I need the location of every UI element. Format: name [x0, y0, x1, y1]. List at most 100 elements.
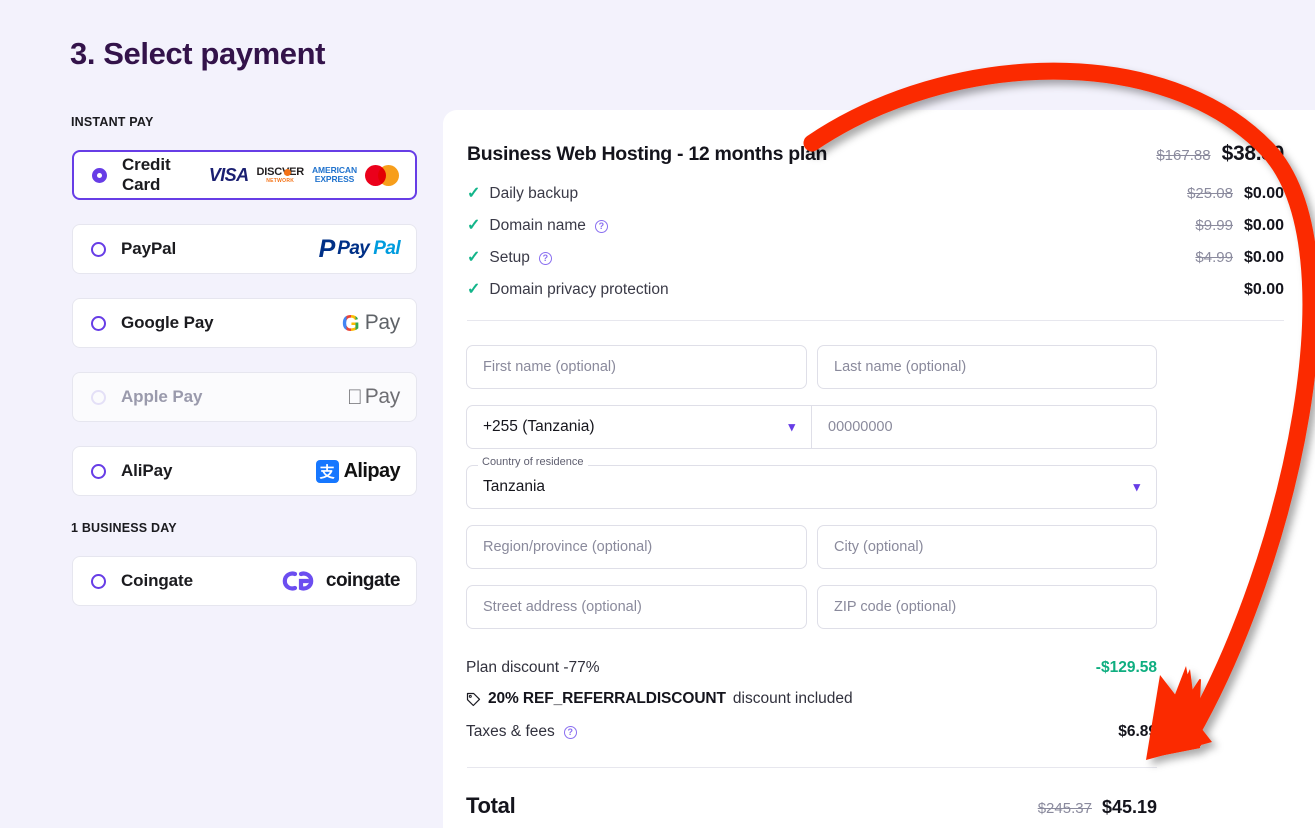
radio-credit-card[interactable] [92, 167, 107, 183]
feature-old-price: $4.99 [1195, 249, 1233, 266]
radio-paypal[interactable] [91, 241, 106, 257]
discover-wordmark: DISCVER [256, 165, 304, 178]
page-title: 3. Select payment [70, 36, 326, 71]
total-new-price: $45.19 [1101, 797, 1157, 817]
taxes-amount: $6.89 [1118, 723, 1157, 740]
phone-country-code-value: +255 (Tanzania) [483, 418, 595, 435]
promo-included-text: discount included [732, 690, 853, 707]
phone-country-code-select[interactable]: +255 (Tanzania) ▾ [466, 405, 812, 449]
plan-row: Business Web Hosting - 12 months plan $1… [467, 142, 1284, 166]
check-icon: ✓ [467, 281, 481, 298]
feature-old-price: $9.99 [1195, 217, 1233, 234]
country-value: Tanzania [483, 478, 546, 495]
radio-google-pay[interactable] [91, 315, 106, 331]
promo-code-row: 20% REF_REFERRALDISCOUNT discount includ… [466, 690, 853, 708]
check-icon: ✓ [467, 217, 481, 234]
total-prices: $245.37 $45.19 [1038, 797, 1157, 818]
help-icon[interactable]: ? [538, 251, 552, 265]
payment-option-google-pay[interactable]: Google Pay G Pay [72, 298, 417, 348]
alipay-logo: 支 Alipay [315, 459, 401, 483]
chevron-down-icon[interactable]: ▾ [788, 419, 795, 435]
check-icon: ✓ [467, 249, 481, 266]
coingate-mark-icon [282, 571, 314, 591]
payment-methods-column: 3. Select payment INSTANT PAY Credit Car… [0, 0, 443, 828]
payment-option-label: PayPal [121, 239, 177, 258]
paypal-icon: P Pay Pal [318, 234, 401, 263]
feature-label: Daily backup [489, 185, 579, 202]
feature-old-price: $25.08 [1187, 185, 1233, 202]
tag-icon [466, 692, 481, 706]
payment-option-label: Credit Card [122, 155, 171, 194]
summary-divider-top [467, 320, 1284, 321]
payment-option-label: Apple Pay [121, 387, 203, 406]
total-divider [467, 767, 1157, 768]
street-address-input[interactable]: Street address (optional) [466, 585, 807, 629]
region-placeholder: Region/province (optional) [483, 539, 653, 555]
plan-old-price: $167.88 [1156, 147, 1211, 164]
alipay-icon: 支 Alipay [315, 459, 401, 483]
first-name-placeholder: First name (optional) [483, 359, 616, 375]
payment-option-alipay[interactable]: AliPay 支 Alipay [72, 446, 417, 496]
taxes-label: Taxes & fees [466, 723, 555, 740]
radio-alipay[interactable] [91, 463, 106, 479]
street-placeholder: Street address (optional) [483, 599, 642, 615]
payment-option-coingate[interactable]: Coingate coingate [72, 556, 417, 606]
plan-discount-amount: -$129.58 [1095, 659, 1157, 676]
coingate-logo: coingate [281, 569, 401, 593]
country-of-residence-label: Country of residence [478, 456, 588, 468]
feature-new-price: $0.00 [1243, 185, 1284, 202]
group-label-business-day: 1 BUSINESS DAY [71, 521, 177, 535]
help-icon[interactable]: ? [563, 725, 577, 739]
payment-option-credit-card[interactable]: Credit Card VISA DISCVER NETWORK AMERICA… [72, 150, 417, 200]
chevron-down-icon[interactable]: ▾ [1133, 479, 1140, 495]
phone-number-placeholder: 00000000 [828, 419, 893, 435]
last-name-input[interactable]: Last name (optional) [817, 345, 1157, 389]
plan-new-price: $38.30 [1221, 142, 1285, 165]
coingate-icon: coingate [281, 569, 401, 593]
google-pay-logo: G Pay [342, 311, 400, 335]
payment-option-label: Coingate [121, 571, 193, 590]
plan-discount-row: Plan discount -77% -$129.58 [466, 659, 1157, 677]
feature-label: Setup [489, 249, 530, 266]
region-input[interactable]: Region/province (optional) [466, 525, 807, 569]
feature-label: Domain name [489, 217, 586, 234]
promo-code-text: 20% REF_REFERRALDISCOUNT [488, 690, 726, 707]
feature-new-price: $0.00 [1243, 249, 1284, 266]
checkout-page: 3. Select payment INSTANT PAY Credit Car… [0, 0, 1315, 828]
mastercard-icon [365, 164, 399, 186]
feature-row: ✓ Setup ? $4.99 $0.00 [467, 249, 1284, 267]
payment-option-paypal[interactable]: PayPal P Pay Pal [72, 224, 417, 274]
feature-new-price: $0.00 [1243, 281, 1284, 298]
city-input[interactable]: City (optional) [817, 525, 1157, 569]
feature-row: ✓ Domain privacy protection $0.00 [467, 281, 1284, 299]
feature-new-price: $0.00 [1243, 217, 1284, 234]
google-pay-icon: G Pay [341, 309, 400, 336]
amex-icon: AMERICAN EXPRESS [311, 165, 357, 184]
apple-pay-logo:  Pay [347, 385, 400, 409]
feature-row: ✓ Domain name ? $9.99 $0.00 [467, 217, 1284, 235]
zip-placeholder: ZIP code (optional) [834, 599, 957, 615]
plan-discount-label: Plan discount -77% [466, 659, 600, 676]
apple-pay-icon:  Pay [347, 385, 400, 409]
feature-row: ✓ Daily backup $25.08 $0.00 [467, 185, 1284, 203]
discover-icon: DISCVER NETWORK [256, 165, 304, 184]
last-name-placeholder: Last name (optional) [834, 359, 967, 375]
taxes-row: Taxes & fees ? $6.89 [466, 723, 1157, 741]
card-brand-logos: VISA DISCVER NETWORK AMERICAN EXPRESS [208, 164, 399, 186]
apple-logo-icon:  [347, 387, 363, 408]
plan-title: Business Web Hosting - 12 months plan [467, 142, 828, 165]
radio-coingate[interactable] [91, 573, 106, 589]
phone-number-input[interactable]: 00000000 [812, 405, 1157, 449]
payment-option-label: AliPay [121, 461, 173, 480]
country-of-residence-select[interactable]: Tanzania ▾ [466, 465, 1157, 509]
group-label-instant-pay: INSTANT PAY [71, 115, 154, 129]
zip-code-input[interactable]: ZIP code (optional) [817, 585, 1157, 629]
paypal-p-glyph: P [318, 234, 336, 263]
help-icon[interactable]: ? [594, 219, 608, 233]
total-old-price: $245.37 [1037, 800, 1092, 817]
first-name-input[interactable]: First name (optional) [466, 345, 807, 389]
google-g-icon: G [341, 309, 360, 336]
total-label: Total [466, 793, 516, 818]
paypal-logo: P Pay Pal [318, 234, 401, 263]
visa-icon: VISA [208, 164, 249, 185]
